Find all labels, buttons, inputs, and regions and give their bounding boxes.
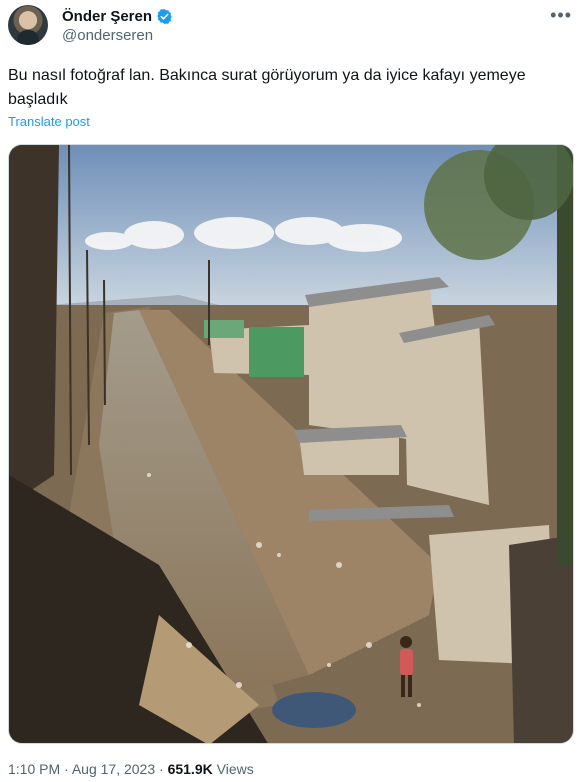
- meta-separator: ·: [64, 761, 69, 777]
- post-time[interactable]: 1:10 PM: [8, 761, 60, 777]
- avatar[interactable]: [8, 5, 48, 45]
- post-date[interactable]: Aug 17, 2023: [72, 761, 155, 777]
- post-image[interactable]: [8, 144, 574, 744]
- translate-post-link[interactable]: Translate post: [8, 114, 90, 129]
- views-count: 651.9K: [167, 761, 213, 777]
- post-text: Bu nasıl fotoğraf lan. Bakınca surat gör…: [8, 67, 526, 108]
- more-options-icon[interactable]: •••: [550, 5, 572, 26]
- author-handle[interactable]: @onderseren: [62, 27, 153, 44]
- author-display-name[interactable]: Önder Şeren: [62, 8, 152, 25]
- slum-river-photo: [9, 145, 573, 743]
- verified-badge-icon: [157, 8, 172, 24]
- views-label: Views: [216, 761, 254, 777]
- post-meta: 1:10 PM · Aug 17, 2023 · 651.9K Views: [8, 761, 254, 777]
- meta-separator-2: ·: [159, 761, 164, 777]
- author-name-row: Önder Şeren: [62, 6, 173, 26]
